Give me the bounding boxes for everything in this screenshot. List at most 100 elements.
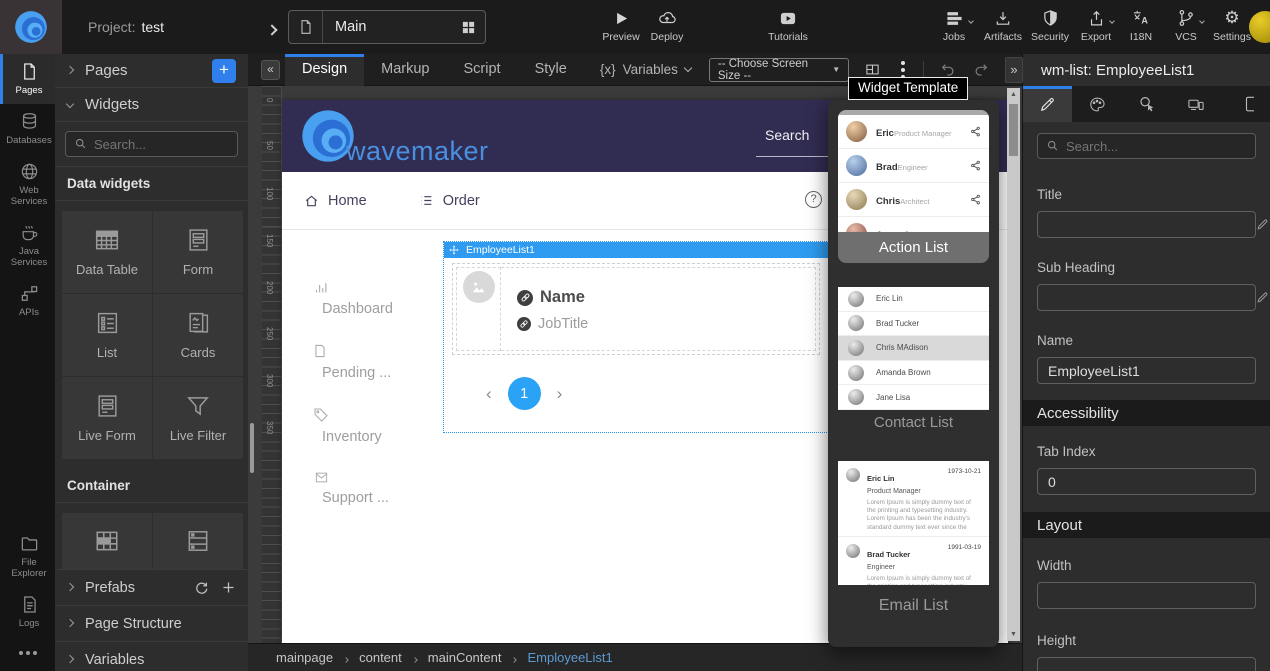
canvas-scrollbar[interactable]: ▲ ▼ bbox=[1007, 88, 1020, 641]
collapse-left-panel-button[interactable]: « bbox=[261, 60, 280, 80]
tab-design[interactable]: Design bbox=[285, 54, 364, 86]
employee-list-widget[interactable]: EmployeeList1 bbox=[443, 241, 829, 433]
wavemaker-logo[interactable] bbox=[0, 0, 62, 54]
section-accessibility[interactable]: Accessibility bbox=[1023, 400, 1270, 426]
next-page-icon[interactable]: › bbox=[557, 384, 563, 404]
side-nav-inventory[interactable]: Inventory bbox=[311, 407, 441, 445]
add-page-button[interactable]: + bbox=[212, 59, 236, 83]
scroll-up-icon[interactable]: ▲ bbox=[1007, 91, 1020, 98]
breadcrumb-employeelist1[interactable]: EmployeeList1 bbox=[527, 650, 612, 665]
widget-tile-data-table[interactable]: Data Table bbox=[62, 211, 152, 293]
more-options-icon[interactable] bbox=[0, 637, 55, 671]
app-search-label[interactable]: Search bbox=[765, 127, 809, 143]
variables-dropdown[interactable]: {x} Variables bbox=[600, 62, 691, 77]
security-button[interactable]: Security bbox=[1024, 8, 1076, 43]
avatar bbox=[846, 189, 867, 210]
breadcrumb: mainpage content mainContent EmployeeLis… bbox=[248, 643, 1022, 671]
list-text-cell[interactable]: Name JobTitle bbox=[501, 267, 816, 351]
template-contact-list[interactable]: Eric Lin Brad Tucker Chris MAdison Amand… bbox=[838, 287, 989, 435]
tab-styles[interactable] bbox=[1072, 86, 1121, 122]
pages-accordion[interactable]: Pages + bbox=[55, 54, 248, 88]
sidebar-item-pages[interactable]: Pages bbox=[0, 54, 55, 104]
redo-button[interactable] bbox=[972, 62, 990, 78]
title-input[interactable] bbox=[1037, 211, 1256, 238]
previous-page-icon[interactable]: ‹ bbox=[486, 384, 492, 404]
widgets-accordion[interactable]: Widgets bbox=[55, 88, 248, 122]
side-nav-support[interactable]: Support ... bbox=[311, 471, 441, 506]
widget-tile-list[interactable]: List bbox=[62, 294, 152, 376]
widget-tile-cards[interactable]: Cards bbox=[153, 294, 243, 376]
widget-tile-live-filter[interactable]: Live Filter bbox=[153, 377, 243, 459]
properties-search-input[interactable] bbox=[1037, 133, 1256, 159]
sidebar-item-databases[interactable]: Databases bbox=[0, 104, 55, 154]
split-view-button[interactable] bbox=[864, 62, 881, 77]
deploy-button[interactable]: Deploy bbox=[641, 8, 693, 43]
share-icon bbox=[970, 160, 981, 171]
widget-tile-layout-grid[interactable] bbox=[62, 513, 152, 569]
tab-more[interactable] bbox=[1221, 86, 1270, 122]
widget-tile-accordion[interactable] bbox=[153, 513, 243, 569]
section-layout[interactable]: Layout bbox=[1023, 512, 1270, 538]
tutorials-button[interactable]: Tutorials bbox=[762, 8, 814, 43]
tab-properties[interactable] bbox=[1023, 86, 1072, 122]
help-icon[interactable]: ? bbox=[805, 191, 822, 208]
sidebar-item-file-explorer[interactable]: File Explorer bbox=[0, 526, 55, 587]
name-field-binding[interactable]: Name bbox=[517, 288, 815, 307]
name-input[interactable] bbox=[1037, 357, 1256, 384]
preview-button[interactable]: Preview bbox=[595, 8, 647, 43]
nav-item-home[interactable]: Home bbox=[304, 193, 367, 209]
jobtitle-field-binding[interactable]: JobTitle bbox=[517, 316, 815, 332]
side-nav-pending[interactable]: Pending ... bbox=[311, 343, 441, 381]
open-page-tab[interactable]: Main bbox=[288, 10, 486, 44]
nav-item-order[interactable]: Order bbox=[419, 193, 480, 209]
template-action-list[interactable]: EricProduct Manager BradEngineer ChrisAr… bbox=[838, 110, 989, 263]
vertical-ruler: 0 50 100 150 200 250 300 350 bbox=[262, 86, 282, 643]
sidebar-item-logs[interactable]: Logs bbox=[0, 587, 55, 637]
export-icon bbox=[1088, 8, 1105, 27]
page-structure-accordion[interactable]: Page Structure bbox=[55, 605, 248, 641]
tab-markup[interactable]: Markup bbox=[364, 54, 446, 86]
collapse-right-panel-button[interactable]: » bbox=[1005, 57, 1023, 83]
screen-size-dropdown[interactable]: -- Choose Screen Size -- ▼ bbox=[709, 58, 849, 82]
tab-events[interactable] bbox=[1122, 86, 1171, 122]
breadcrumb-maincontent[interactable]: mainContent bbox=[428, 650, 502, 665]
tab-script[interactable]: Script bbox=[447, 54, 518, 86]
document-icon bbox=[313, 343, 327, 359]
vcs-button[interactable]: VCS bbox=[1160, 8, 1212, 43]
subheading-input[interactable] bbox=[1037, 284, 1256, 311]
page-layout-grid-icon[interactable] bbox=[451, 20, 485, 35]
sidebar-item-java-services[interactable]: Java Services bbox=[0, 215, 55, 276]
artifacts-button[interactable]: Artifacts bbox=[977, 8, 1029, 43]
tab-style[interactable]: Style bbox=[518, 54, 584, 86]
side-nav-dashboard[interactable]: Dashboard bbox=[311, 280, 441, 317]
current-page-button[interactable]: 1 bbox=[508, 377, 541, 410]
left-panel-scrollbar[interactable] bbox=[250, 423, 254, 473]
variables-accordion[interactable]: Variables bbox=[55, 641, 248, 671]
scrollbar-thumb[interactable] bbox=[1009, 104, 1018, 156]
sidebar-item-apis[interactable]: APIs bbox=[0, 276, 55, 326]
template-email-list[interactable]: Eric Lin Product Manager 1973-10-21 Lore… bbox=[838, 461, 989, 618]
refresh-icon[interactable] bbox=[194, 580, 209, 595]
preview-label: Preview bbox=[602, 31, 639, 43]
widget-search-input[interactable] bbox=[65, 131, 238, 157]
breadcrumb-content[interactable]: content bbox=[359, 650, 402, 665]
undo-button[interactable] bbox=[939, 62, 957, 78]
jobs-button[interactable]: Jobs bbox=[928, 8, 980, 43]
widget-tile-form[interactable]: Form bbox=[153, 211, 243, 293]
list-image-cell[interactable] bbox=[456, 267, 501, 351]
contact-list-caption: Contact List bbox=[838, 410, 989, 435]
prefabs-accordion[interactable]: Prefabs bbox=[55, 569, 248, 605]
height-input[interactable] bbox=[1037, 657, 1256, 671]
sidebar-item-web-services[interactable]: Web Services bbox=[0, 154, 55, 215]
bind-property-icon[interactable] bbox=[1256, 291, 1269, 304]
scroll-down-icon[interactable]: ▼ bbox=[1007, 631, 1020, 638]
tabindex-input[interactable] bbox=[1037, 468, 1256, 495]
list-item-template[interactable]: Name JobTitle bbox=[452, 263, 820, 355]
tab-devices[interactable] bbox=[1171, 86, 1220, 122]
width-input[interactable] bbox=[1037, 582, 1256, 609]
widget-title-bar[interactable]: EmployeeList1 bbox=[444, 242, 828, 258]
add-prefab-icon[interactable] bbox=[221, 580, 236, 595]
widget-tile-live-form[interactable]: Live Form bbox=[62, 377, 152, 459]
bind-property-icon[interactable] bbox=[1256, 218, 1269, 231]
breadcrumb-mainpage[interactable]: mainpage bbox=[276, 650, 333, 665]
